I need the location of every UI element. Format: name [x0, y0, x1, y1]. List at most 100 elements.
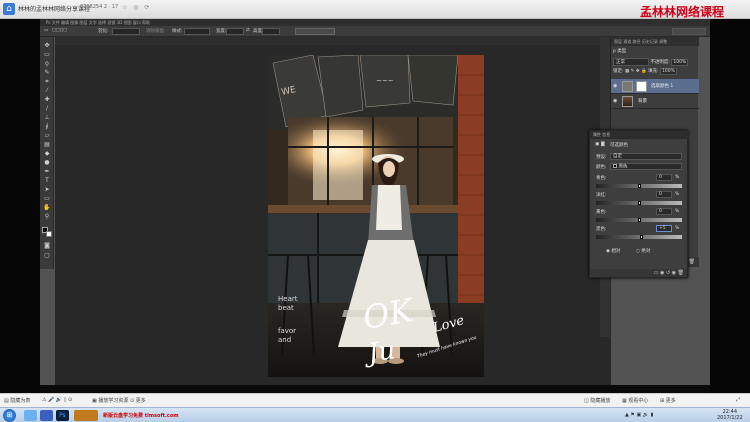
layer-thumbnail — [622, 96, 633, 107]
colors-select[interactable]: 黑色 — [610, 163, 682, 170]
layer-name[interactable]: 选取颜色 1 — [651, 83, 673, 89]
background-color-swatch[interactable] — [46, 231, 52, 237]
black-slider-handle[interactable] — [640, 235, 643, 239]
healing-tool-icon[interactable]: ✚ — [43, 97, 51, 103]
document-tab-bar[interactable] — [55, 37, 611, 45]
hide-player-button[interactable]: ◫ 隐藏播放 — [584, 397, 610, 404]
photo-text-heart: Heart — [278, 295, 298, 303]
style-select[interactable]: 正常 — [184, 28, 210, 46]
preset-select[interactable]: 自定 — [610, 153, 682, 160]
taskbar-app-active-icon[interactable] — [74, 410, 98, 421]
canvas-photo[interactable]: WE ~~~ Heart beat favor and OK Love Ju T… — [268, 55, 484, 377]
marquee-tool-icon[interactable]: ▭ — [44, 28, 48, 33]
yellow-field[interactable]: 0 — [656, 208, 672, 215]
ps-menubar[interactable]: Ps 文件 编辑 图像 图层 文字 选择 滤镜 3D 视图 窗口 帮助 — [40, 19, 710, 26]
pen-tool-icon[interactable]: ✒ — [43, 169, 51, 175]
visibility-eye-icon[interactable]: ◉ — [613, 83, 617, 89]
photo-text-and: and — [278, 336, 292, 344]
watch-center-button[interactable]: ▦ 观看中心 — [622, 397, 648, 404]
absolute-radio[interactable]: ○ 绝对 — [636, 248, 650, 254]
cyan-unit: % — [675, 175, 680, 180]
taskbar-app-icon[interactable] — [24, 410, 37, 421]
tray-icons[interactable]: ▲ ⚑ ▣ 🔊 ▮ — [625, 412, 653, 418]
lock-icons[interactable]: ▦ ✎ ✥ 🔒 — [625, 69, 648, 74]
shape-tool-icon[interactable]: ▭ — [43, 196, 51, 202]
lasso-tool-icon[interactable]: ϙ — [43, 61, 51, 67]
black-field[interactable]: +5 — [656, 225, 672, 232]
yellow-slider-handle[interactable] — [638, 218, 641, 222]
antialias-checkbox[interactable]: 消除锯齿 — [146, 28, 164, 34]
dodge-tool-icon[interactable]: ● — [43, 160, 51, 166]
yellow-label: 黄色: — [596, 210, 607, 215]
more-right-button[interactable]: ⊞ 更多 — [660, 397, 676, 404]
brush-tool-icon[interactable]: ∕ — [43, 106, 51, 112]
black-slider[interactable] — [596, 235, 682, 239]
screen-mode-icon[interactable]: ▢ — [43, 253, 51, 259]
eyedropper-tool-icon[interactable]: ⁄ — [43, 88, 51, 94]
blur-tool-icon[interactable]: ◆ — [43, 151, 51, 157]
hand-tool-icon[interactable]: ✋ — [43, 205, 51, 211]
taskbar-clock[interactable]: 22:44 2017/1/22 — [717, 409, 743, 421]
layer-row-selective-color[interactable]: ◉ 选取颜色 1 — [611, 79, 699, 94]
refine-edge-button[interactable]: 调整边缘... — [295, 28, 335, 46]
cyan-field[interactable]: 0 — [656, 174, 672, 181]
photo-text-ju: Ju — [366, 335, 398, 369]
clock-date: 2017/1/22 — [717, 415, 743, 421]
cyan-slider-handle[interactable] — [638, 184, 641, 188]
player-controls-icons[interactable]: ⚠ 🎤 🔊 ▯ ⊙ — [42, 397, 72, 403]
blend-mode-select[interactable]: 正常 — [613, 58, 649, 66]
quick-select-tool-icon[interactable]: ✎ — [43, 70, 51, 76]
lock-row: 锁定: ▦ ✎ ✥ 🔒 填充: 100% — [613, 68, 677, 75]
taskbar-folder-icon[interactable] — [40, 410, 53, 421]
layer-row-background[interactable]: ◉ 背景 — [611, 94, 699, 109]
layer-kind-filter[interactable]: p 类型 — [613, 48, 697, 56]
cyan-label: 青色: — [596, 176, 607, 181]
app-titlebar: ⌂ 林林的孟林林网络分享课程 8798254 2 · 17 ☆ ◎ ⟳ 孟林林网… — [0, 0, 750, 19]
gradient-tool-icon[interactable]: ▤ — [43, 142, 51, 148]
move-tool-icon[interactable]: ✥ — [43, 43, 51, 49]
magenta-slider-handle[interactable] — [638, 201, 641, 205]
feather-field[interactable]: 0 像素 — [112, 28, 140, 46]
swap-icon[interactable]: ⇄ — [246, 28, 250, 33]
zoom-tool-icon[interactable]: ⚲ — [43, 214, 51, 220]
fill-field[interactable]: 100% — [660, 68, 677, 75]
windows-taskbar: ⊞ Ps 新版云盘学习免费 tlmsoft.com ▲ ⚑ ▣ 🔊 ▮ 22:4… — [0, 407, 750, 422]
stamp-tool-icon[interactable]: ⊥ — [43, 115, 51, 121]
properties-footer-icons[interactable]: ▭ ◉ ↺ ◉ 🗑 — [590, 269, 687, 277]
magenta-label: 洋红: — [596, 193, 607, 198]
list-button[interactable]: ▤ 隐藏为表 — [4, 397, 30, 404]
layers-panel-tabs[interactable]: 图层 通道 路径 历史记录 调整 — [611, 37, 699, 46]
feather-label: 羽化: — [98, 29, 109, 34]
color-swatch-icon — [613, 164, 617, 168]
toolbar-icons[interactable]: ☆ ◎ ⟳ — [122, 4, 151, 11]
height-field[interactable] — [262, 28, 280, 35]
watermark: 孟林林网络课程 — [640, 5, 725, 19]
more-button[interactable]: ⊙ 更多 — [130, 397, 146, 404]
photoshop-taskbar-icon[interactable]: Ps — [56, 410, 69, 421]
quick-mask-icon[interactable]: ◙ — [43, 243, 51, 249]
path-select-icon[interactable]: ➤ — [43, 187, 51, 193]
eraser-tool-icon[interactable]: ▱ — [43, 133, 51, 139]
type-tool-icon[interactable]: T — [43, 178, 51, 184]
layer-name[interactable]: 背景 — [638, 98, 647, 104]
marquee-tool-icon[interactable]: ▭ — [43, 52, 51, 58]
visibility-eye-icon[interactable]: ◉ — [613, 98, 617, 104]
layer-mask-thumbnail[interactable] — [636, 81, 647, 92]
fullscreen-icon[interactable]: ⤢ — [736, 397, 740, 403]
blend-row: 正常 不透明度: 100% — [613, 58, 697, 66]
history-brush-icon[interactable]: ∮ — [43, 124, 51, 130]
magenta-unit: % — [675, 192, 680, 197]
taskbar-ad-text[interactable]: 新版云盘学习免费 tlmsoft.com — [103, 412, 179, 419]
study-resources-button[interactable]: ▣ 播放学习资源 — [92, 397, 128, 404]
start-button[interactable]: ⊞ — [3, 409, 16, 422]
player-bar: ▤ 隐藏为表 ⚠ 🎤 🔊 ▯ ⊙ ▣ 播放学习资源 ⊙ 更多 ◫ 隐藏播放 ▦ … — [0, 393, 750, 407]
right-margin — [710, 19, 750, 393]
properties-tabs[interactable]: 属性 信息 — [590, 131, 689, 139]
selection-mode-icons[interactable]: ◻◻◻◻ — [52, 28, 67, 33]
width-field[interactable] — [226, 28, 244, 35]
crop-tool-icon[interactable]: ⌗ — [43, 79, 51, 85]
relative-radio[interactable]: ◉ 相对 — [606, 248, 620, 254]
opacity-field[interactable]: 100% — [671, 59, 689, 66]
workspace-select[interactable]: 基本功能 — [672, 28, 706, 46]
magenta-field[interactable]: 0 — [656, 191, 672, 198]
